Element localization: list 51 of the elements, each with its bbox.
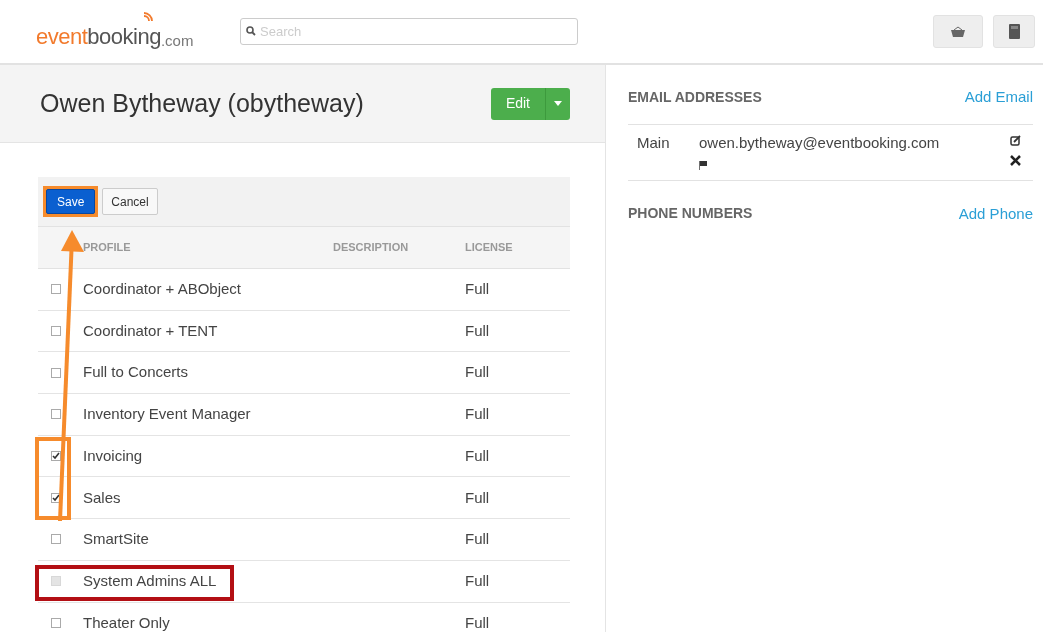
- edit-button-group[interactable]: Edit: [490, 87, 570, 120]
- edit-button[interactable]: Edit: [490, 87, 545, 120]
- table-cell-text: SmartSite: [83, 529, 150, 550]
- checkbox[interactable]: [50, 534, 61, 545]
- checkbox[interactable]: [50, 326, 61, 337]
- column-header: PROFILE: [83, 240, 132, 256]
- table-cell-text: Theater Only: [83, 612, 171, 633]
- table-cell-text: Invoicing: [83, 445, 144, 466]
- basket-button[interactable]: [933, 15, 983, 48]
- table-cell-text: Full to Concerts: [83, 362, 190, 383]
- edit-icon[interactable]: [1010, 135, 1021, 146]
- logo[interactable]: eventbooking.com: [36, 10, 214, 53]
- table-cell-text: Full: [465, 279, 490, 300]
- table-cell-text: Full: [465, 445, 490, 466]
- table-cell-text: Inventory Event Manager: [83, 404, 252, 425]
- table-cell-text: Full: [465, 612, 490, 633]
- email-address: owen.bytheway@eventbooking.com: [699, 133, 940, 153]
- section-title: PHONE NUMBERS: [628, 204, 753, 224]
- delete-icon[interactable]: [1010, 155, 1021, 166]
- email-label: Main: [637, 133, 671, 153]
- table-cell-text: Sales: [83, 487, 122, 508]
- table-cell-text: Coordinator + ABObject: [83, 279, 242, 300]
- search-icon: [246, 26, 256, 36]
- checkbox[interactable]: [50, 409, 61, 420]
- cancel-button[interactable]: Cancel: [102, 188, 158, 215]
- book-icon: [1008, 24, 1020, 39]
- save-button[interactable]: Save: [46, 189, 96, 215]
- table-cell-text: Coordinator + TENT: [83, 320, 219, 341]
- table-cell-text: Full: [465, 570, 490, 591]
- table-cell-text: Full: [465, 529, 490, 550]
- add-email-link[interactable]: Add Email: [964, 85, 1033, 109]
- basket-icon: [950, 25, 966, 38]
- table-cell-text: Full: [465, 362, 490, 383]
- table-cell-text: Full: [465, 320, 490, 341]
- table-cell-text: System Admins ALL: [83, 570, 218, 591]
- checkbox[interactable]: [50, 284, 61, 295]
- check-icon: [51, 493, 60, 502]
- check-icon: [51, 452, 60, 461]
- book-button[interactable]: [993, 15, 1035, 48]
- section-title: EMAIL ADDRESSES: [628, 87, 762, 107]
- checkbox[interactable]: [50, 492, 61, 503]
- flag-icon[interactable]: [699, 160, 707, 170]
- column-header: DESCRIPTION: [333, 240, 410, 256]
- add-phone-link[interactable]: Add Phone: [958, 202, 1033, 225]
- table-cell-text: Full: [465, 487, 490, 508]
- column-header: LICENSE: [465, 240, 513, 256]
- checkbox[interactable]: [50, 451, 61, 462]
- profile-title: Owen Bytheway (obytheway): [40, 87, 364, 119]
- checkbox[interactable]: [50, 367, 61, 378]
- checkbox[interactable]: [50, 617, 61, 628]
- table-cell-text: Full: [465, 404, 490, 425]
